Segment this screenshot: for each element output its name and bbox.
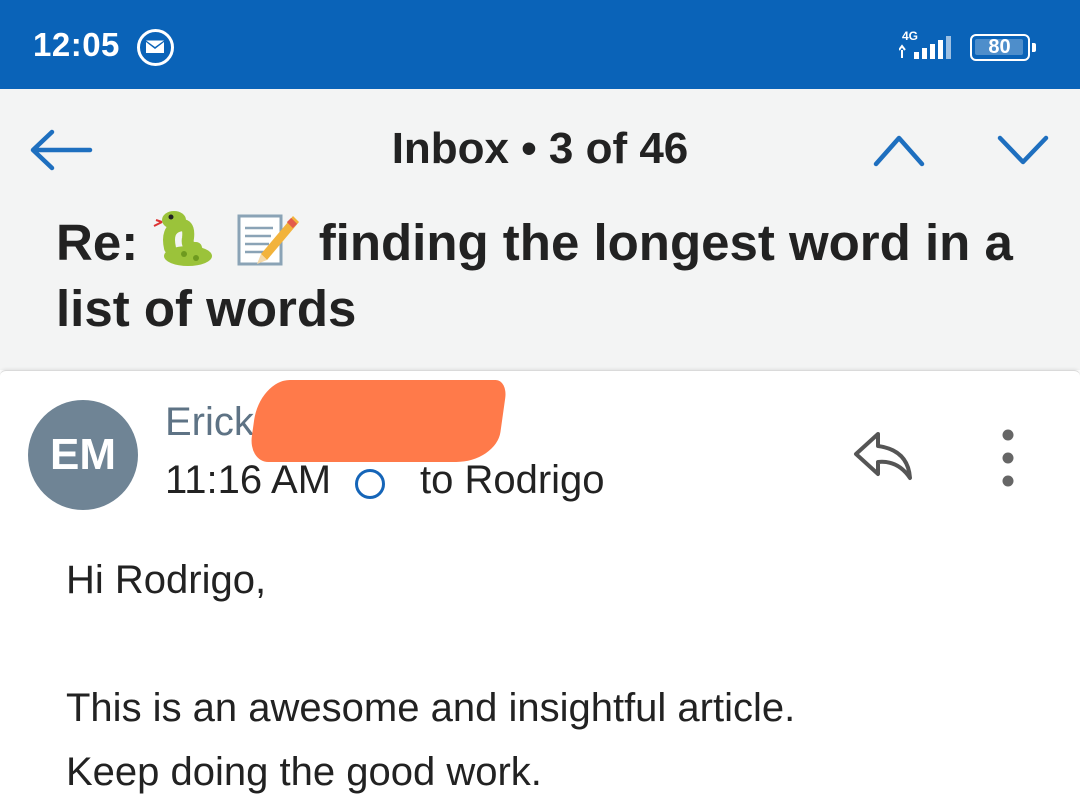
status-bar: 12:05 4G 80 xyxy=(0,0,1080,89)
reply-icon[interactable] xyxy=(852,428,918,484)
redaction-mark xyxy=(248,380,508,462)
signal-icon xyxy=(899,36,951,59)
battery-level: 80 xyxy=(988,36,1011,58)
mail-notification-icon xyxy=(137,29,174,66)
battery-icon: 80 xyxy=(970,34,1036,61)
chevron-up-icon[interactable] xyxy=(872,132,926,168)
status-time: 12:05 xyxy=(33,26,120,63)
body-line: Keep doing the good work. xyxy=(66,750,542,794)
body-line: Hi Rodrigo, xyxy=(66,558,267,602)
more-vertical-icon[interactable] xyxy=(990,425,1026,491)
body-line: This is an awesome and insightful articl… xyxy=(66,686,796,730)
subject-prefix: Re: xyxy=(56,214,139,271)
email-subject: Re: finding the longest word in a list o… xyxy=(56,206,1046,342)
recipient[interactable]: to Rodrigo xyxy=(420,458,605,503)
sender-name[interactable]: Erick xyxy=(165,400,254,445)
unread-circle-icon[interactable] xyxy=(355,469,385,499)
chevron-down-icon[interactable] xyxy=(996,132,1050,168)
message-time: 11:16 AM xyxy=(165,458,332,502)
snake-emoji-icon xyxy=(153,211,213,266)
memo-emoji-icon xyxy=(237,214,299,266)
message-body: Hi Rodrigo, This is an awesome and insig… xyxy=(66,548,1026,804)
avatar[interactable]: EM xyxy=(28,400,138,510)
